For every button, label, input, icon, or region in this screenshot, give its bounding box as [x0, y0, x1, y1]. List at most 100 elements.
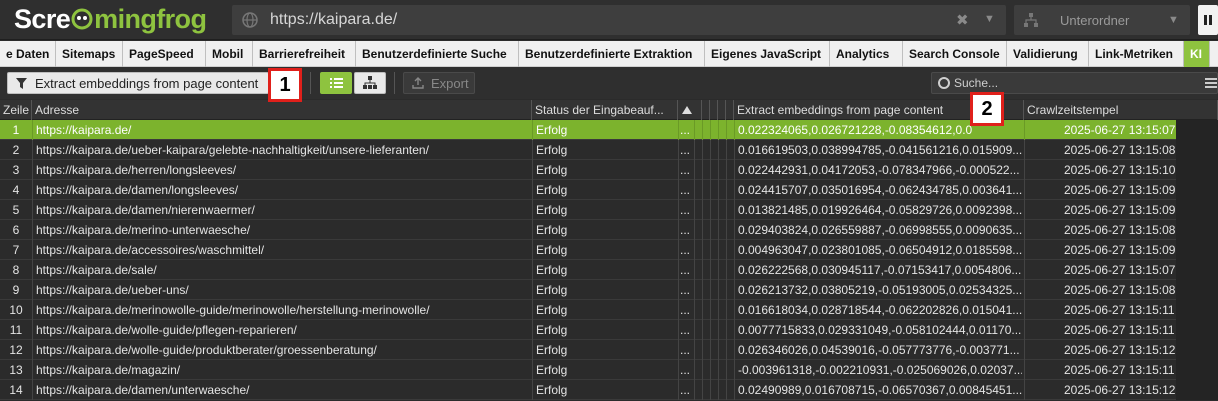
column-divider [726, 380, 727, 400]
cell-truncated: ... [680, 243, 691, 257]
mode-dropdown-chevron-icon[interactable]: ▼ [1168, 14, 1179, 26]
tab-analytics[interactable]: Analytics [830, 41, 903, 67]
tab-mobil[interactable]: Mobil [206, 41, 253, 67]
sort-ascending-icon[interactable] [682, 106, 692, 114]
tab-ki[interactable]: KI [1184, 41, 1210, 67]
column-divider [32, 120, 33, 140]
table-row[interactable]: 5 https://kaipara.de/damen/nierenwaermer/… [0, 200, 1218, 220]
column-header-blank[interactable] [694, 100, 702, 120]
tab-eigenes-javascript[interactable]: Eigenes JavaScript [705, 41, 830, 67]
crawl-mode-label: Unterordner [1060, 13, 1130, 28]
column-divider [726, 240, 727, 260]
search-box[interactable] [931, 72, 1218, 94]
table-empty-area [1176, 200, 1218, 220]
cell-timestamp: 2025-06-27 13:15:08 [1064, 223, 1176, 237]
tab-benutzerdefinierte-extraktion[interactable]: Benutzerdefinierte Extraktion [519, 41, 705, 67]
column-divider [718, 360, 719, 380]
tree-icon [1024, 13, 1038, 27]
cell-status: Erfolg [536, 283, 568, 297]
annotation-marker-2: 2 [970, 92, 1004, 126]
column-divider [694, 160, 695, 180]
clear-url-icon[interactable]: ✖ [956, 11, 969, 29]
table-row[interactable]: 3 https://kaipara.de/herren/longsleeves/E… [0, 160, 1218, 180]
cell-timestamp: 2025-06-27 13:15:07 [1064, 263, 1176, 277]
cell-row-number: 3 [12, 163, 20, 177]
pause-button[interactable] [1198, 5, 1218, 35]
tab-link-metriken[interactable]: Link-Metriken [1089, 41, 1184, 67]
column-header-blank[interactable] [726, 100, 734, 120]
column-divider [734, 360, 735, 380]
table-row[interactable]: 11 https://kaipara.de/wolle-guide/pflegen… [0, 320, 1218, 340]
column-divider [32, 380, 33, 400]
column-divider [32, 180, 33, 200]
cell-address: https://kaipara.de/damen/unterwaesche/ [36, 383, 250, 397]
list-view-button[interactable] [320, 72, 352, 94]
tab-benutzerdefinierte-suche[interactable]: Benutzerdefinierte Suche [356, 41, 519, 67]
column-divider [694, 320, 695, 340]
column-divider [32, 300, 33, 320]
tab-sitemaps[interactable]: Sitemaps [56, 41, 123, 67]
cell-row-number: 13 [9, 363, 23, 377]
cell-status: Erfolg [536, 243, 568, 257]
column-divider [718, 380, 719, 400]
filter-dropdown-button[interactable]: Extract embeddings from page content [7, 72, 269, 94]
column-header-row[interactable]: Zeile [0, 100, 32, 120]
column-divider [32, 280, 33, 300]
table-row[interactable]: 2 https://kaipara.de/ueber-kaipara/gelebt… [0, 140, 1218, 160]
column-divider [532, 360, 533, 380]
tab-pagespeed[interactable]: PageSpeed [123, 41, 206, 67]
tab-validierung[interactable]: Validierung [1007, 41, 1089, 67]
crawl-mode-select[interactable]: Unterordner ▼ [1014, 5, 1190, 35]
column-header-timestamp[interactable]: Crawlzeitstempel [1024, 100, 1218, 120]
column-header-blank[interactable] [710, 100, 718, 120]
tab-barrierefreiheit[interactable]: Barrierefreiheit [253, 41, 356, 67]
logo-frog-icon [71, 8, 93, 30]
column-divider [32, 260, 33, 280]
column-divider [678, 200, 679, 220]
table-row[interactable]: 10 https://kaipara.de/merinowolle-guide/m… [0, 300, 1218, 320]
column-header-status[interactable]: Status der Eingabeauf... [532, 100, 678, 120]
search-options-icon[interactable] [1205, 78, 1217, 88]
table-row[interactable]: 7 https://kaipara.de/accessoires/waschmit… [0, 240, 1218, 260]
column-header-blank[interactable] [718, 100, 726, 120]
column-header-blank[interactable] [702, 100, 710, 120]
column-divider [702, 260, 703, 280]
export-button[interactable]: Export [403, 72, 475, 94]
column-divider [532, 220, 533, 240]
table-row[interactable]: 14 https://kaipara.de/damen/unterwaesche/… [0, 380, 1218, 400]
table-row[interactable]: 8 https://kaipara.de/sale/Erfolg... 0.0262… [0, 260, 1218, 280]
table-row[interactable]: 9 https://kaipara.de/ueber-uns/Erfolg... 0… [0, 280, 1218, 300]
search-icon [938, 77, 950, 89]
cell-address: https://kaipara.de/merinowolle-guide/mer… [36, 303, 430, 317]
column-divider [726, 220, 727, 240]
tab-search-console[interactable]: Search Console [903, 41, 1007, 67]
url-bar[interactable]: https://kaipara.de/ ✖ ▼ [232, 5, 1006, 35]
table-row[interactable]: 13 https://kaipara.de/magazin/Erfolg... -0… [0, 360, 1218, 380]
table-row[interactable]: 12 https://kaipara.de/wolle-guide/produkt… [0, 340, 1218, 360]
cell-address: https://kaipara.de/magazin/ [36, 363, 181, 377]
table-row[interactable]: 6 https://kaipara.de/merino-unterwaesche/… [0, 220, 1218, 240]
column-header-address[interactable]: Adresse [32, 100, 532, 120]
column-divider [702, 120, 703, 140]
toolbar-divider [394, 72, 395, 94]
tab-daten[interactable]: e Daten [0, 41, 56, 67]
table-row[interactable]: 1 https://kaipara.de/Erfolg... 0.022324065… [0, 120, 1218, 140]
url-dropdown-chevron-icon[interactable]: ▼ [984, 13, 995, 25]
search-input[interactable] [954, 75, 1154, 91]
url-text[interactable]: https://kaipara.de/ [270, 11, 397, 29]
column-divider [702, 180, 703, 200]
cell-timestamp: 2025-06-27 13:15:12 [1064, 343, 1176, 357]
column-divider [710, 360, 711, 380]
cell-status: Erfolg [536, 263, 568, 277]
column-divider [678, 300, 679, 320]
tree-view-button[interactable] [354, 72, 386, 94]
cell-timestamp: 2025-06-27 13:15:07 [1064, 123, 1176, 137]
table-row[interactable]: 4 https://kaipara.de/damen/longsleeves/Er… [0, 180, 1218, 200]
column-divider [718, 200, 719, 220]
column-divider [532, 320, 533, 340]
cell-address: https://kaipara.de/damen/nierenwaermer/ [36, 203, 255, 217]
column-divider [1024, 260, 1025, 280]
column-divider [734, 140, 735, 160]
table-empty-area [1176, 280, 1218, 300]
column-divider [734, 340, 735, 360]
